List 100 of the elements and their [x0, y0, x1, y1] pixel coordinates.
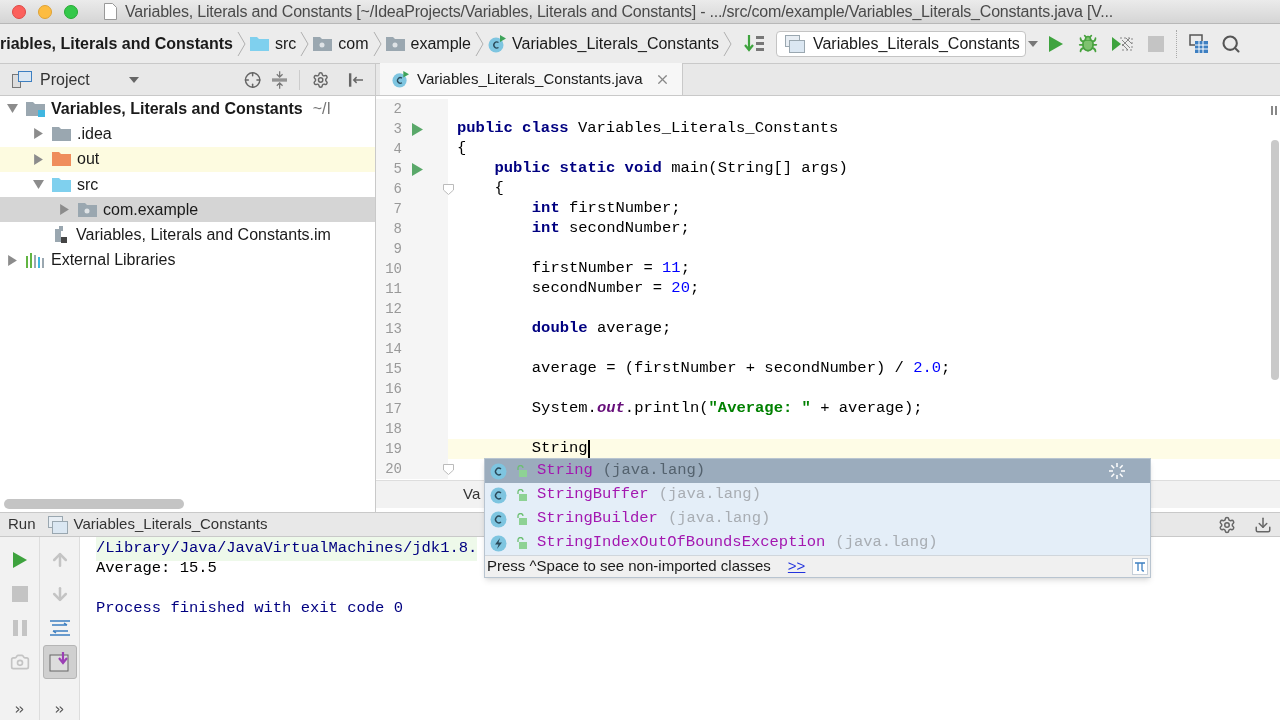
- console-output-line: Process finished with exit code 0: [96, 598, 403, 620]
- code-line: int secondNumber;: [531, 218, 690, 240]
- collapse-all-icon[interactable]: [272, 70, 288, 89]
- hide-panel-icon[interactable]: [347, 71, 363, 88]
- line-number: 3: [392, 119, 402, 139]
- class-icon: [488, 34, 506, 53]
- scroll-to-end-icon[interactable]: [48, 652, 71, 672]
- breadcrumb-separator-icon: [300, 30, 310, 57]
- breadcrumb[interactable]: src: [249, 31, 297, 56]
- line-number: 15: [384, 359, 402, 379]
- completion-name: StringIndexOutOfBoundsException: [537, 532, 826, 554]
- application-icon: [784, 34, 805, 53]
- analysis-status-icon[interactable]: [1271, 106, 1277, 115]
- run-configuration-tab[interactable]: Variables_Literals_Constants: [47, 513, 268, 536]
- editor-tab[interactable]: Variables_Literals_Constants.java: [380, 63, 683, 95]
- completion-item[interactable]: StringBuffer (java.lang): [485, 483, 1150, 507]
- minimize-window-button[interactable]: [38, 4, 52, 19]
- completion-name: String: [537, 460, 593, 482]
- run-icon[interactable]: [1047, 34, 1064, 53]
- horizontal-scrollbar[interactable]: [4, 499, 184, 509]
- line-number: 2: [392, 99, 402, 119]
- completion-name: StringBuffer: [537, 484, 649, 506]
- settings-icon[interactable]: [312, 70, 330, 89]
- class-icon: [392, 70, 409, 88]
- tree-item[interactable]: com.example: [0, 197, 375, 223]
- tree-item[interactable]: out: [0, 146, 375, 172]
- expand-arrow-icon[interactable]: [32, 128, 44, 140]
- line-number: 11: [384, 279, 402, 299]
- line-number: 8: [392, 219, 402, 239]
- more-link[interactable]: >>: [787, 555, 806, 578]
- tree-item[interactable]: Variables, Literals and Constants ~/I: [0, 96, 375, 122]
- breadcrumb[interactable]: riables, Literals and Constants: [0, 31, 233, 56]
- lock-icon: [516, 489, 527, 501]
- breadcrumb[interactable]: Variables_Literals_Constants: [488, 31, 719, 56]
- tree-item[interactable]: .idea: [0, 121, 375, 147]
- breadcrumb-separator-icon: [372, 30, 382, 57]
- code-line: {: [457, 138, 467, 160]
- library-icon: [26, 252, 45, 269]
- completion-item[interactable]: StringIndexOutOfBoundsException (java.lang): [485, 531, 1150, 555]
- path-hint: ~/I: [312, 98, 331, 119]
- fold-icon[interactable]: [443, 463, 454, 475]
- maximize-window-button[interactable]: [64, 4, 78, 19]
- project-view-icon: [12, 70, 32, 89]
- line-number: 20: [384, 459, 402, 479]
- tree-item[interactable]: Variables, Literals and Constants.im: [0, 222, 375, 248]
- locate-icon[interactable]: [243, 70, 262, 89]
- line-number: 16: [384, 379, 402, 399]
- class-icon: [490, 462, 507, 480]
- settings-icon[interactable]: [1218, 515, 1236, 534]
- tree-item[interactable]: External Libraries: [0, 247, 375, 274]
- run-gutter-icon[interactable]: [411, 162, 423, 176]
- pi-icon[interactable]: [1132, 558, 1148, 575]
- expand-arrow-icon[interactable]: [32, 153, 44, 165]
- line-number: 17: [384, 399, 402, 419]
- breadcrumb-separator-icon: [236, 30, 246, 57]
- coverage-icon[interactable]: [1111, 34, 1134, 53]
- more-icon[interactable]: [53, 703, 66, 716]
- close-window-button[interactable]: [12, 4, 26, 19]
- code-line: firstNumber = 11;: [531, 258, 690, 280]
- line-number: 4: [392, 139, 402, 159]
- line-number: 13: [384, 319, 402, 339]
- expand-arrow-icon[interactable]: [6, 103, 18, 115]
- expand-arrow-icon[interactable]: [6, 254, 18, 266]
- dropdown-caret-icon: [128, 76, 139, 83]
- breadcrumb-separator-icon: [475, 30, 484, 57]
- window-title: Variables, Literals and Constants [~/IdeaProjects/Variables, Literals and Constants] - .../src/com/example/Variables_Literals_Constants.java [V...: [125, 1, 1114, 22]
- project-view-dropdown[interactable]: Project: [40, 67, 139, 92]
- line-number: 12: [384, 299, 402, 319]
- class-icon: [490, 486, 507, 504]
- code-line: {: [494, 178, 504, 200]
- folder-icon: [26, 100, 45, 117]
- run-gutter-icon[interactable]: [411, 122, 423, 136]
- completion-package: (java.lang): [835, 532, 938, 554]
- completion-package: (java.lang): [667, 508, 771, 530]
- breadcrumb[interactable]: com: [313, 31, 369, 56]
- rerun-icon[interactable]: [11, 551, 28, 569]
- folder-icon: [385, 35, 405, 52]
- breadcrumb[interactable]: example: [385, 31, 471, 56]
- project-structure-icon[interactable]: [1188, 33, 1209, 54]
- sort-icon[interactable]: [743, 33, 766, 54]
- console-output-line: Average: 15.5: [96, 558, 217, 580]
- fold-icon[interactable]: [443, 183, 454, 195]
- expand-arrow-icon[interactable]: [32, 179, 44, 191]
- tree-item[interactable]: src: [0, 171, 375, 198]
- lock-icon: [516, 537, 527, 549]
- soft-wrap-icon[interactable]: [49, 619, 70, 637]
- completion-name: StringBuilder: [537, 508, 658, 530]
- folder-icon: [313, 35, 333, 52]
- debug-icon[interactable]: [1077, 33, 1098, 54]
- document-icon: [104, 3, 117, 20]
- loading-spinner-icon: [1108, 462, 1126, 480]
- more-icon[interactable]: [13, 703, 26, 716]
- code-line: String: [531, 438, 588, 460]
- completion-item[interactable]: StringBuilder (java.lang): [485, 507, 1150, 531]
- vertical-scrollbar[interactable]: [1271, 140, 1279, 380]
- file-icon: [52, 225, 70, 246]
- expand-arrow-icon[interactable]: [58, 204, 70, 216]
- search-icon[interactable]: [1220, 33, 1241, 54]
- folder-icon: [78, 201, 97, 218]
- breadcrumb-text[interactable]: Va: [463, 483, 481, 506]
